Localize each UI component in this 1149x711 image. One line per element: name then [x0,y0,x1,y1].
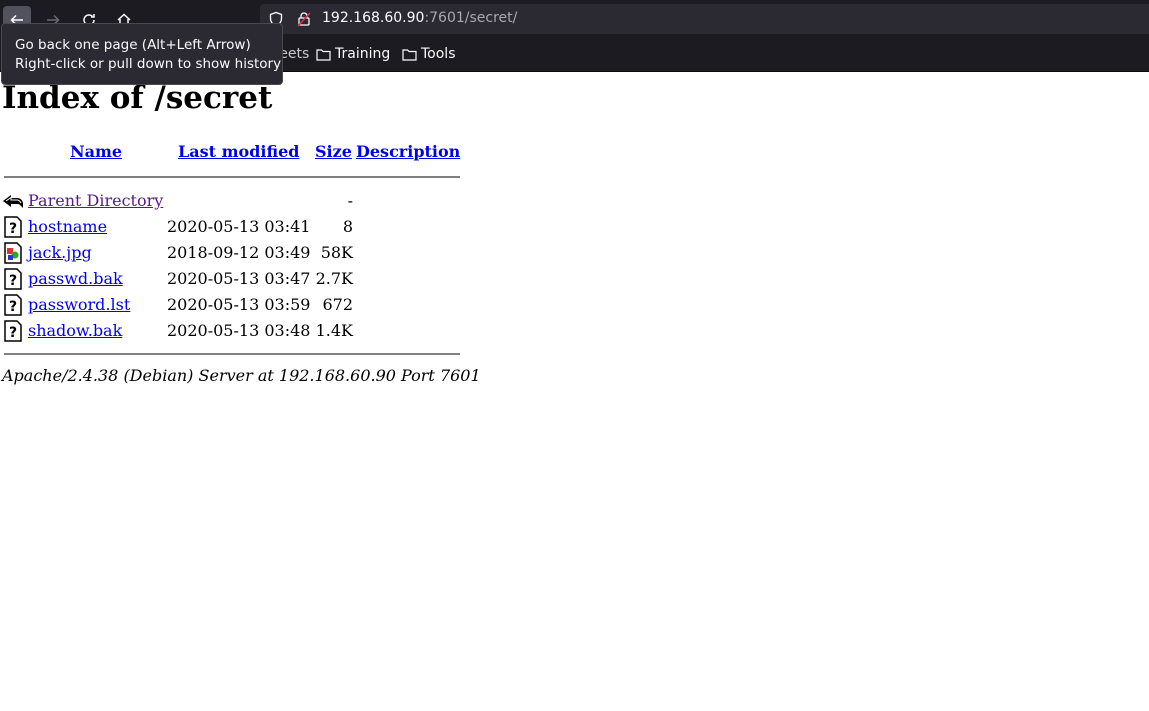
file-size: 8 [342,217,353,236]
column-header-name[interactable]: Name [70,142,122,161]
file-size: - [347,191,353,210]
file-link[interactable]: Parent Directory [28,191,163,210]
file-link[interactable]: hostname [28,217,107,236]
url-path: :7601/secret/ [424,10,518,26]
sort-by-size-link[interactable]: Size [315,142,352,161]
svg-text:?: ? [9,299,17,315]
divider [4,353,460,355]
column-header-size[interactable]: Size [315,142,352,161]
url-host: 192.168.60.90 [322,10,425,26]
file-size: 1.4K [315,321,353,340]
file-link[interactable]: jack.jpg [28,243,92,262]
insecure-lock-icon[interactable] [296,11,312,27]
unknown-file-icon: ? [4,216,22,238]
file-size: 672 [322,295,353,314]
unknown-file-icon: ? [4,268,22,290]
sort-by-date-link[interactable]: Last modified [178,142,299,161]
file-date: 2020-05-13 03:41 [167,217,311,236]
file-date: 2020-05-13 03:48 [167,321,311,340]
svg-text:?: ? [9,221,17,237]
tooltip-line-2: Right-click or pull down to show history [15,56,282,72]
sort-by-name-link[interactable]: Name [70,142,122,161]
sort-by-description-link[interactable]: Description [356,142,460,161]
unknown-file-icon: ? [4,320,22,342]
page-title: Index of /secret [2,80,273,116]
image-file-icon [4,242,22,264]
file-size: 58K [320,243,353,262]
file-size: 2.7K [315,269,353,288]
column-header-last-modified[interactable]: Last modified [178,142,299,161]
divider [4,176,460,178]
bookmark-label: Training [335,46,391,62]
file-link[interactable]: password.lst [28,295,130,314]
unknown-file-icon: ? [4,294,22,316]
address-bar[interactable]: 192.168.60.90:7601/secret/ [260,4,1149,34]
svg-text:?: ? [9,273,17,289]
server-signature: Apache/2.4.38 (Debian) Server at 192.168… [2,366,481,385]
file-date: 2020-05-13 03:59 [167,295,311,314]
folder-icon [316,48,331,61]
bookmark-folder-tools[interactable]: Tools [402,46,456,62]
file-link[interactable]: shadow.bak [28,321,122,340]
column-header-description[interactable]: Description [356,142,460,161]
file-date: 2020-05-13 03:47 [167,269,311,288]
bookmark-label: Tools [421,46,456,62]
folder-icon [402,48,417,61]
file-link[interactable]: passwd.bak [28,269,123,288]
back-button-tooltip: Go back one page (Alt+Left Arrow) Right-… [1,23,283,85]
back-arrow-icon [3,195,23,208]
tooltip-line-1: Go back one page (Alt+Left Arrow) [15,37,251,53]
file-date: 2018-09-12 03:49 [167,243,311,262]
bookmark-folder-training[interactable]: Training [316,46,390,62]
url-text[interactable]: 192.168.60.90:7601/secret/ [322,10,517,26]
svg-text:?: ? [9,325,17,341]
